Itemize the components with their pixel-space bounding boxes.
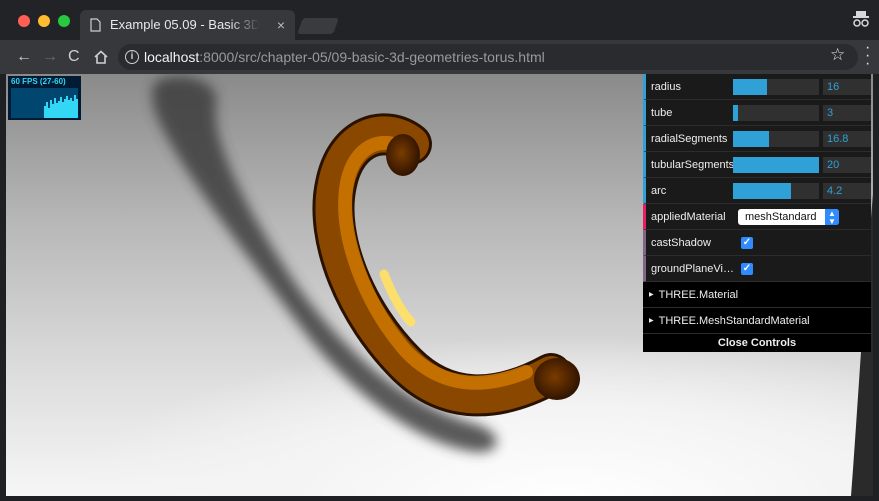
tubular-segments-slider[interactable]: [733, 157, 819, 173]
radial-segments-input[interactable]: 16.8: [823, 131, 871, 147]
fps-graph: [11, 88, 78, 118]
fps-readout: 60 FPS (27-60): [11, 77, 66, 86]
radial-segments-slider[interactable]: [733, 131, 819, 147]
cast-shadow-checkbox[interactable]: ✓: [741, 237, 753, 249]
minimize-window-button[interactable]: [38, 15, 50, 27]
applied-material-select[interactable]: meshStandard ▲ ▼: [738, 209, 839, 226]
control-label: radius: [651, 81, 681, 93]
kebab-menu-icon[interactable]: · · ·: [865, 40, 871, 72]
control-label: arc: [651, 185, 667, 197]
control-label: castShadow: [651, 237, 711, 249]
caret-right-icon: ▶: [649, 318, 654, 325]
fps-graph-bars: [44, 95, 78, 118]
folder-title: THREE.MeshStandardMaterial: [658, 315, 810, 327]
control-label: groundPlaneVi…: [651, 263, 734, 275]
control-radius[interactable]: radius 16: [643, 74, 871, 100]
control-label: tubularSegments: [651, 159, 735, 171]
star-icon[interactable]: ☆: [830, 45, 845, 65]
tab-bar: Example 05.09 - Basic 3D geometries - To…: [0, 0, 879, 40]
tab-title: Example 05.09 - Basic 3D geometries - To…: [110, 17, 260, 32]
slider-fill: [733, 79, 768, 95]
control-applied-material[interactable]: appliedMaterial meshStandard ▲ ▼: [643, 204, 871, 230]
control-label: appliedMaterial: [651, 211, 726, 223]
arc-input[interactable]: 4.2: [823, 183, 871, 199]
stats-panel[interactable]: 60 FPS (27-60): [8, 76, 81, 120]
tube-slider[interactable]: [733, 105, 819, 121]
control-tubular-segments[interactable]: tubularSegments 20: [643, 152, 871, 178]
arrow-right-icon[interactable]: →: [42, 48, 58, 66]
reload-icon[interactable]: C: [68, 48, 80, 66]
tab-active[interactable]: Example 05.09 - Basic 3D geometries - To…: [80, 10, 295, 40]
control-label: radialSegments: [651, 133, 728, 145]
url-host: localhost: [144, 49, 200, 65]
slider-fill: [733, 105, 739, 121]
address-bar[interactable]: i localhost:8000/src/chapter-05/09-basic…: [118, 44, 858, 70]
close-controls-button[interactable]: Close Controls: [643, 334, 871, 352]
close-window-button[interactable]: [18, 15, 30, 27]
control-tube[interactable]: tube 3: [643, 100, 871, 126]
maximize-window-button[interactable]: [58, 15, 70, 27]
slider-fill: [733, 131, 770, 147]
torus-body: [315, 116, 569, 414]
control-label: tube: [651, 107, 673, 119]
radius-input[interactable]: 16: [823, 79, 871, 95]
page-icon: [90, 18, 101, 32]
incognito-icon: [853, 11, 869, 27]
chevron-updown-icon: ▲ ▼: [825, 209, 839, 226]
folder-title: THREE.Material: [658, 289, 739, 301]
torus-cap-bottom: [534, 358, 580, 400]
new-tab-button[interactable]: [297, 18, 339, 34]
folder-three-mesh-standard-material[interactable]: ▶ THREE.MeshStandardMaterial: [643, 308, 871, 334]
folder-three-material[interactable]: ▶ THREE.Material: [643, 282, 871, 308]
info-icon[interactable]: i: [125, 50, 139, 64]
slider-fill: [733, 183, 791, 199]
controls-panel: radius 16 tube 3 radialSegments 16.8 tub…: [643, 74, 871, 352]
arrow-left-icon[interactable]: ←: [16, 48, 32, 66]
control-radial-segments[interactable]: radialSegments 16.8: [643, 126, 871, 152]
tubular-segments-input[interactable]: 20: [823, 157, 871, 173]
select-value: meshStandard: [745, 211, 817, 223]
caret-right-icon: ▶: [649, 292, 654, 299]
control-arc[interactable]: arc 4.2: [643, 178, 871, 204]
url-path: :8000/src/chapter-05/09-basic-3d-geometr…: [199, 49, 545, 65]
browser-toolbar: ← → C i localhost:8000/src/chapter-05/09…: [0, 40, 879, 74]
torus-mesh: [312, 113, 572, 417]
tab-close-icon[interactable]: ×: [277, 10, 285, 40]
torus-cap-top: [386, 134, 420, 176]
control-ground-plane-visible[interactable]: groundPlaneVi… ✓: [643, 256, 871, 282]
browser-window: Example 05.09 - Basic 3D geometries - To…: [0, 0, 879, 501]
radius-slider[interactable]: [733, 79, 819, 95]
tube-input[interactable]: 3: [823, 105, 871, 121]
ground-plane-checkbox[interactable]: ✓: [741, 263, 753, 275]
home-icon[interactable]: [94, 48, 108, 69]
control-cast-shadow[interactable]: castShadow ✓: [643, 230, 871, 256]
arc-slider[interactable]: [733, 183, 819, 199]
slider-fill: [733, 157, 819, 173]
